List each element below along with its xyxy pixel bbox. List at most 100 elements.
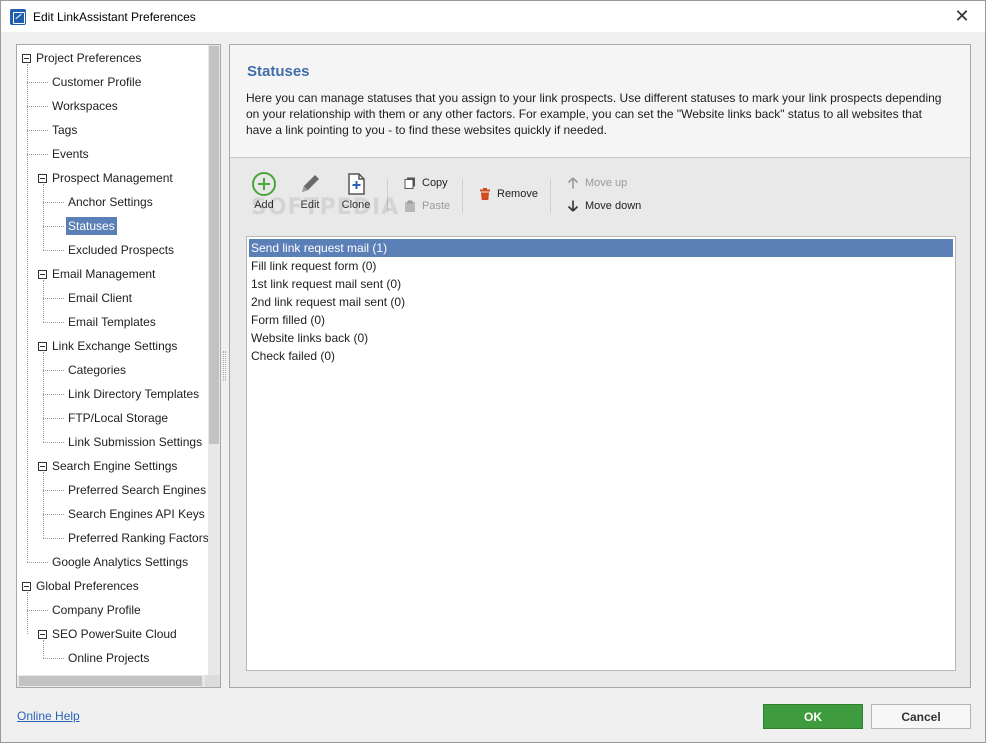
move-down-button[interactable]: Move down: [567, 200, 641, 212]
tree-item-label: Link Submission Settings: [68, 435, 203, 449]
tree-connector: [43, 370, 64, 371]
remove-label: Remove: [497, 188, 538, 200]
collapse-toggle-icon[interactable]: [38, 174, 47, 183]
tree-item[interactable]: Preferred Search Engines: [66, 479, 208, 501]
tree-item-label: Search Engine Settings: [52, 459, 178, 473]
copy-icon: [404, 177, 416, 189]
tree-item[interactable]: SEO PowerSuite Cloud: [50, 623, 179, 645]
tree-item[interactable]: Tags: [50, 119, 79, 141]
tree-item[interactable]: Search Engine Settings: [50, 455, 179, 477]
tree-connector: [27, 610, 48, 611]
paste-label: Paste: [422, 200, 451, 212]
collapse-toggle-icon[interactable]: [38, 270, 47, 279]
status-list-item[interactable]: Fill link request form (0): [249, 257, 953, 275]
tree-connector: [27, 562, 48, 563]
tree-connector: [43, 202, 64, 203]
tree-connector: [27, 592, 28, 634]
status-list-item[interactable]: 1st link request mail sent (0): [249, 275, 953, 293]
clone-document-icon: [343, 171, 369, 197]
tree-item[interactable]: Statuses: [66, 215, 117, 237]
toolbar-divider: [550, 179, 551, 213]
title-bar: Edit LinkAssistant Preferences ✕: [1, 1, 985, 32]
tree-connector: [43, 658, 64, 659]
collapse-toggle-icon[interactable]: [22, 582, 31, 591]
tree-connector: [27, 106, 48, 107]
tree-item[interactable]: Anchor Settings: [66, 191, 155, 213]
tree-connector: [27, 82, 48, 83]
status-list-item[interactable]: Send link request mail (1): [249, 239, 953, 257]
collapse-toggle-icon[interactable]: [38, 342, 47, 351]
tree-item-label: Workspaces: [52, 99, 118, 113]
tree-item[interactable]: Search Engines API Keys: [66, 503, 207, 525]
status-list-item[interactable]: Form filled (0): [249, 311, 953, 329]
remove-button[interactable]: Remove: [479, 188, 538, 200]
collapse-toggle-icon[interactable]: [38, 630, 47, 639]
tree-item-label: Categories: [68, 363, 127, 377]
ok-button[interactable]: OK: [763, 704, 863, 729]
tree-item[interactable]: FTP/Local Storage: [66, 407, 170, 429]
tree-item[interactable]: Email Client: [66, 287, 134, 309]
window-title: Edit LinkAssistant Preferences: [33, 9, 196, 24]
tree-item[interactable]: Google Analytics Settings: [50, 551, 190, 573]
tree-item-label: Anchor Settings: [68, 195, 153, 209]
tree-item[interactable]: Online Projects: [66, 647, 151, 669]
splitter-handle[interactable]: [223, 351, 226, 381]
tree-item-label: Preferred Ranking Factors: [68, 531, 209, 545]
tree-item-label: Prospect Management: [52, 171, 173, 185]
tree-item[interactable]: Global Preferences: [34, 575, 141, 597]
tree-item[interactable]: Prospect Management: [50, 167, 175, 189]
tree-item-label: Email Templates: [68, 315, 156, 329]
copy-button[interactable]: Copy: [404, 177, 448, 189]
tree-item-label: Email Client: [68, 291, 133, 305]
move-up-label: Move up: [585, 177, 628, 189]
tree-connector: [43, 418, 64, 419]
pencil-icon: [297, 171, 323, 197]
plus-circle-icon: [251, 171, 277, 197]
statuses-list: Send link request mail (1) Fill link requ…: [246, 236, 956, 671]
tree-item-label: Customer Profile: [52, 75, 142, 89]
tree-item[interactable]: Events: [50, 143, 91, 165]
tree-item-label: Tags: [52, 123, 78, 137]
tree-item[interactable]: Customer Profile: [50, 71, 143, 93]
tree-connector: [43, 538, 64, 539]
tree-item[interactable]: Email Templates: [66, 311, 158, 333]
collapse-toggle-icon[interactable]: [38, 462, 47, 471]
tree-connector: [43, 280, 44, 322]
preferences-tree: Project Preferences Customer Profile Works…: [16, 44, 221, 688]
paste-button[interactable]: Paste: [404, 200, 450, 212]
tree-item[interactable]: Workspaces: [50, 95, 120, 117]
arrow-down-icon: [567, 200, 579, 212]
tree-item[interactable]: Project Preferences: [34, 47, 143, 69]
move-up-button[interactable]: Move up: [567, 177, 627, 189]
status-list-item[interactable]: Website links back (0): [249, 329, 953, 347]
tree-item-label: Search Engines API Keys: [68, 507, 205, 521]
tree-item-label: FTP/Local Storage: [68, 411, 169, 425]
tree-item-label: Link Exchange Settings: [52, 339, 178, 353]
cancel-button[interactable]: Cancel: [871, 704, 971, 729]
online-help-link[interactable]: Online Help: [17, 709, 80, 723]
tree-item[interactable]: Categories: [66, 359, 128, 381]
status-list-item[interactable]: Check failed (0): [249, 347, 953, 365]
tree-connector: [43, 490, 64, 491]
tree-connector: [43, 352, 44, 442]
close-icon[interactable]: ✕: [939, 1, 985, 32]
collapse-toggle-icon[interactable]: [22, 54, 31, 63]
statuses-panel: Statuses Here you can manage statuses th…: [229, 44, 971, 688]
tree-connector: [43, 514, 64, 515]
tree-horizontal-scrollbar[interactable]: [17, 675, 220, 687]
tree-item[interactable]: Link Submission Settings: [66, 431, 204, 453]
tree-item[interactable]: Link Exchange Settings: [50, 335, 179, 357]
tree-item-label: Email Management: [52, 267, 156, 281]
tree-item[interactable]: Excluded Prospects: [66, 239, 176, 261]
tree-item[interactable]: Preferred Ranking Factors: [66, 527, 211, 549]
arrow-up-icon: [567, 177, 579, 189]
tree-item-label: Statuses: [66, 217, 117, 235]
tree-item[interactable]: Link Directory Templates: [66, 383, 201, 405]
tree-connector: [43, 322, 64, 323]
page-title: Statuses: [247, 63, 310, 80]
tree-item[interactable]: Email Management: [50, 263, 157, 285]
tree-vertical-scrollbar[interactable]: [208, 45, 220, 675]
move-down-label: Move down: [585, 200, 642, 212]
status-list-item[interactable]: 2nd link request mail sent (0): [249, 293, 953, 311]
tree-item[interactable]: Company Profile: [50, 599, 143, 621]
